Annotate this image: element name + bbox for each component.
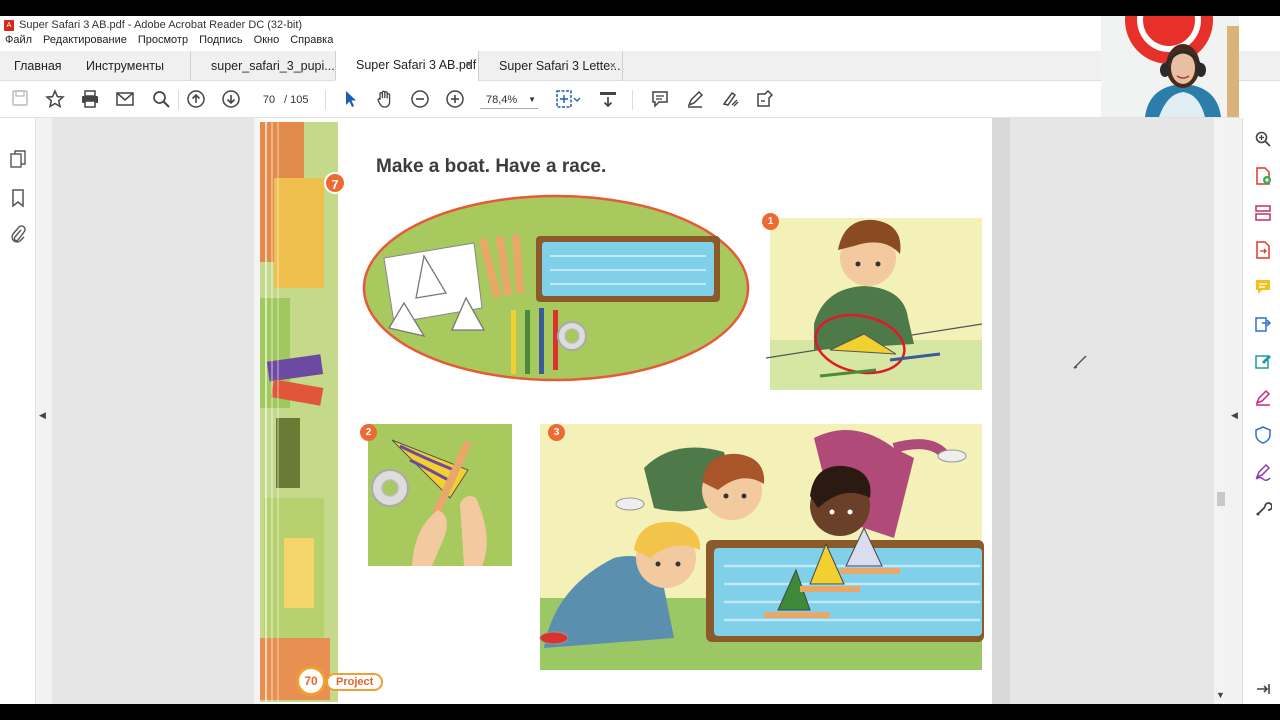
menu-file[interactable]: Файл <box>5 34 32 50</box>
vertical-scrollbar[interactable]: ▼ <box>1214 118 1228 704</box>
email-icon[interactable] <box>114 89 136 111</box>
page-total: / 105 <box>284 94 309 106</box>
activity-number-badge: 7 <box>324 172 346 194</box>
tab-label: super_safari_3_pupi... <box>211 59 335 73</box>
left-navigation-panel <box>0 118 36 704</box>
tab-label: Super Safari 3 AB.pdf <box>356 58 477 72</box>
send-for-signature-icon[interactable] <box>1253 315 1273 335</box>
tab-label: Super Safari 3 Lette... <box>499 59 621 73</box>
tools-pane <box>1242 118 1280 704</box>
step-2-badge: 2 <box>360 424 377 441</box>
pdf-page: 7 Make a boat. Have a race. 1 2 3 70 Pro… <box>254 118 1010 704</box>
close-tab-icon[interactable]: × <box>466 59 472 71</box>
hand-tool-icon[interactable] <box>374 89 396 111</box>
more-tools-icon[interactable] <box>1253 500 1273 520</box>
window-title: Super Safari 3 AB.pdf - Adobe Acrobat Re… <box>19 19 303 31</box>
page-illustration <box>254 118 1010 704</box>
sign-icon[interactable] <box>1253 463 1273 483</box>
pencil-yellow <box>511 310 516 374</box>
toolbar: 70 / 105 78,4% ▼ <box>0 82 1240 118</box>
bookmark-star-icon[interactable] <box>44 89 66 111</box>
save-icon[interactable] <box>9 89 31 111</box>
fill-and-sign-icon[interactable] <box>754 89 776 111</box>
fit-page-icon[interactable] <box>554 89 582 111</box>
toolbar-divider <box>632 90 633 110</box>
step-3-badge: 3 <box>548 424 565 441</box>
zoom-icon[interactable] <box>1253 130 1273 150</box>
zoom-level-select[interactable]: 78,4% ▼ <box>480 91 538 109</box>
presenter-video <box>1101 16 1239 117</box>
tab-bar: Главная Инструменты super_safari_3_pupi.… <box>0 51 1280 81</box>
crayon-green <box>276 418 300 488</box>
page-number-badge: 70 <box>296 666 326 696</box>
scrollbar-thumb[interactable] <box>1217 492 1225 506</box>
pencil-green <box>525 310 530 374</box>
pages-icon[interactable] <box>8 150 28 170</box>
menu-view[interactable]: Просмотр <box>138 34 188 50</box>
protect-icon[interactable] <box>1253 426 1273 446</box>
export-pdf-icon[interactable] <box>1253 241 1273 261</box>
left-panel-toggle[interactable]: ◀ <box>36 118 52 704</box>
acrobat-window: A Super Safari 3 AB.pdf - Adobe Acrobat … <box>0 16 1280 704</box>
tab-tools[interactable]: Инструменты <box>86 51 164 81</box>
previous-page-icon[interactable] <box>185 89 207 111</box>
attachment-icon[interactable] <box>8 224 28 244</box>
page-edge-shadow <box>992 118 1010 704</box>
scroll-mode-icon[interactable] <box>597 89 619 111</box>
create-pdf-icon[interactable] <box>1253 167 1273 187</box>
next-page-icon[interactable] <box>220 89 242 111</box>
tab-document-activity-book[interactable]: Super Safari 3 AB.pdf × <box>335 51 478 81</box>
chevron-left-icon: ◀ <box>39 410 46 420</box>
pencil-blue <box>539 308 544 374</box>
acrobat-app-icon: A <box>4 19 14 31</box>
tab-document-letters[interactable]: Super Safari 3 Lette... × <box>478 51 623 81</box>
close-tab-icon[interactable]: × <box>610 60 616 72</box>
highlight-pen-icon[interactable] <box>684 89 706 111</box>
page-heading: Make a boat. Have a race. <box>376 156 607 177</box>
pen-cursor-icon <box>1073 355 1087 369</box>
collapse-panel-icon[interactable] <box>1253 680 1273 700</box>
title-bar: A Super Safari 3 AB.pdf - Adobe Acrobat … <box>0 16 1100 34</box>
fill-sign-icon[interactable] <box>1253 389 1273 409</box>
menu-window[interactable]: Окно <box>254 34 280 50</box>
screen-bottom-border <box>0 704 1280 720</box>
zoom-out-icon[interactable] <box>409 89 431 111</box>
tab-document-pupils-book[interactable]: super_safari_3_pupi... <box>190 51 335 81</box>
select-pointer-icon[interactable] <box>339 89 361 111</box>
comment-icon[interactable] <box>1253 278 1273 298</box>
pencil-red <box>553 310 558 370</box>
tab-home[interactable]: Главная <box>14 51 62 81</box>
menu-bar: Файл Редактирование Просмотр Подпись Окн… <box>0 34 344 50</box>
search-icon[interactable] <box>150 89 172 111</box>
zoom-in-icon[interactable] <box>444 89 466 111</box>
toolbar-divider <box>178 90 179 110</box>
bookmark-icon[interactable] <box>8 188 28 208</box>
menu-help[interactable]: Справка <box>290 34 333 50</box>
screen-top-border <box>0 0 1280 16</box>
organize-pages-icon[interactable] <box>1253 204 1273 224</box>
chevron-left-icon: ◀ <box>1231 410 1238 420</box>
toolbar-divider <box>325 90 326 110</box>
chevron-down-icon: ▼ <box>528 95 536 104</box>
right-panel-toggle[interactable]: ◀ <box>1228 118 1242 704</box>
menu-sign[interactable]: Подпись <box>199 34 243 50</box>
print-icon[interactable] <box>79 89 101 111</box>
page-number-input[interactable]: 70 <box>256 91 282 109</box>
step-1-badge: 1 <box>762 213 779 230</box>
scroll-down-arrow-icon[interactable]: ▼ <box>1216 690 1225 700</box>
menu-edit[interactable]: Редактирование <box>43 34 127 50</box>
edit-pdf-icon[interactable] <box>1253 352 1273 372</box>
section-label: Project <box>326 673 384 691</box>
zoom-level-value: 78,4% <box>486 94 518 106</box>
webcam-overlay <box>1101 16 1239 117</box>
comment-icon[interactable] <box>649 89 671 111</box>
draw-free-form-icon[interactable] <box>719 89 741 111</box>
